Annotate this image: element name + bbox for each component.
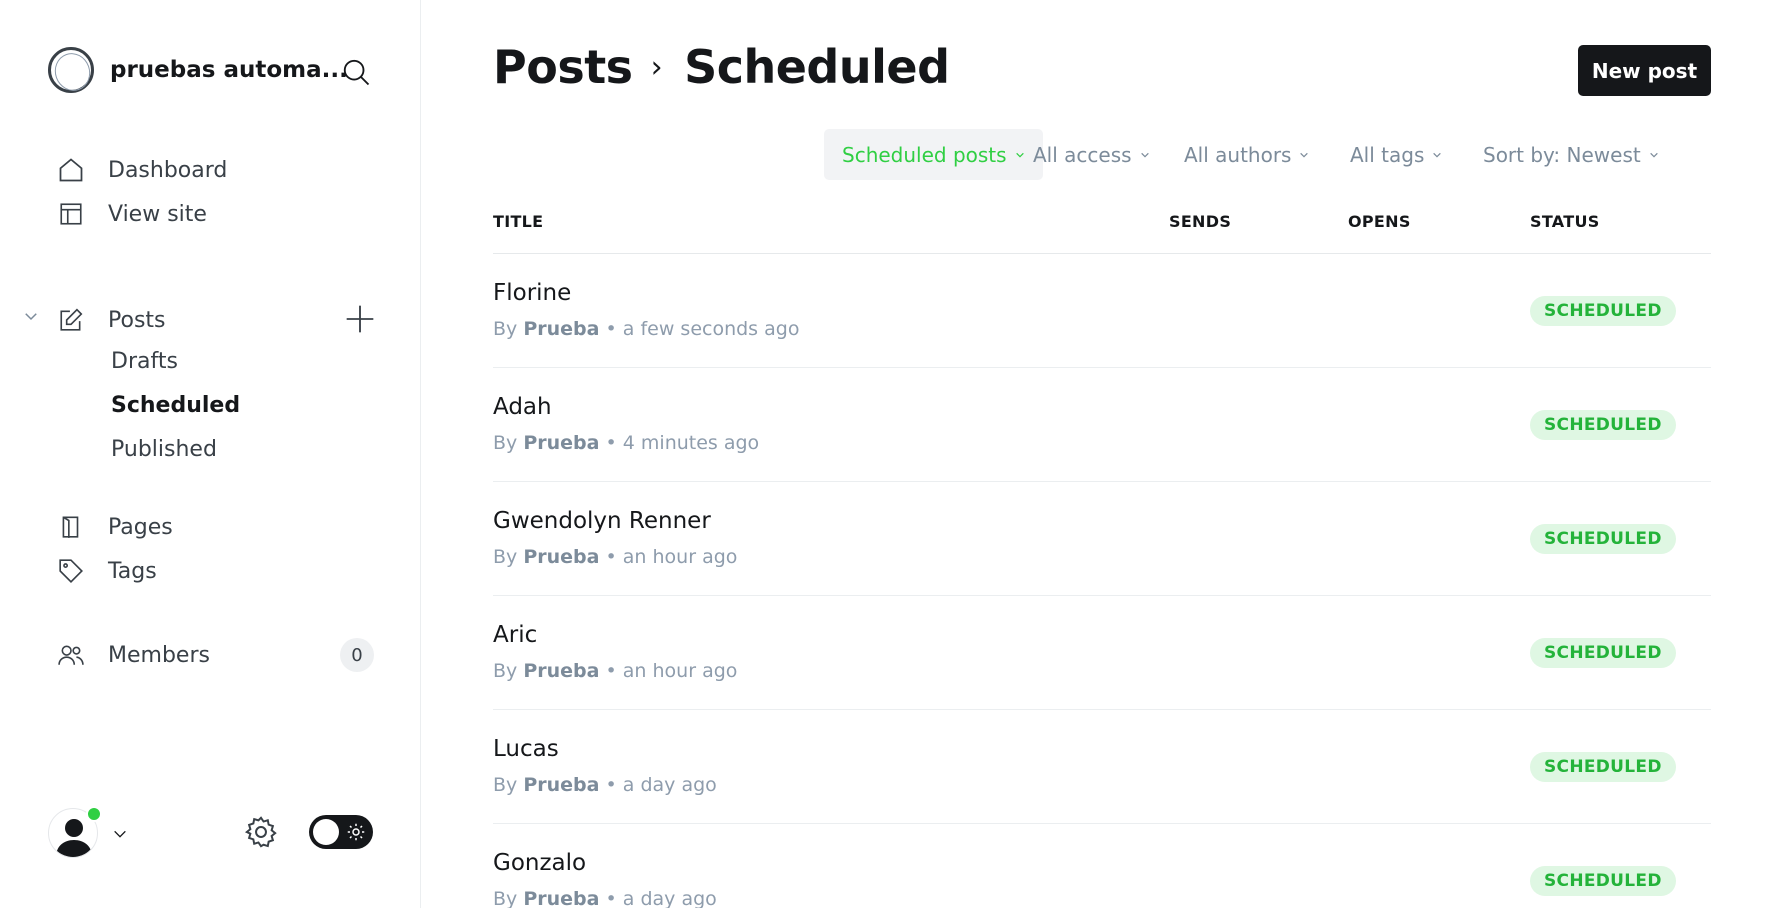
status-badge: SCHEDULED (1530, 410, 1676, 440)
column-header-status: STATUS (1530, 212, 1600, 231)
post-meta: By Prueba • an hour ago (493, 660, 738, 682)
sidebar-item-tags[interactable]: Tags (56, 553, 157, 589)
sidebar-item-members[interactable]: Members (56, 637, 210, 673)
chevron-down-icon (1140, 152, 1149, 158)
edit-icon (56, 305, 86, 335)
chevron-down-icon (1300, 152, 1309, 158)
sidebar-item-dashboard[interactable]: Dashboard (56, 152, 227, 188)
sidebar-item-published[interactable]: Published (111, 434, 217, 466)
post-title: Florine (493, 280, 572, 306)
column-header-title: TITLE (493, 212, 544, 231)
post-meta: By Prueba • a day ago (493, 888, 717, 908)
filter-label: All authors (1184, 142, 1292, 167)
chevron-down-icon (1433, 152, 1442, 158)
site-name: pruebas automa... (110, 57, 348, 83)
breadcrumb-root[interactable]: Posts (493, 40, 633, 94)
theme-toggle[interactable] (309, 815, 373, 849)
members-icon (56, 640, 86, 670)
post-meta: By Prueba • 4 minutes ago (493, 432, 760, 454)
members-count-badge: 0 (340, 638, 374, 672)
post-title: Aric (493, 622, 538, 648)
search-button[interactable] (340, 56, 372, 88)
sun-icon (347, 823, 365, 841)
status-badge: SCHEDULED (1530, 638, 1676, 668)
filter-access[interactable]: All access (1015, 129, 1168, 180)
chevron-down-icon (1649, 152, 1658, 158)
table-header: TITLE SENDS OPENS STATUS (493, 212, 1711, 254)
filter-post-type[interactable]: Scheduled posts (824, 129, 1043, 180)
column-header-sends: SENDS (1169, 212, 1232, 231)
sidebar-item-label: Dashboard (108, 157, 228, 183)
sidebar: pruebas automa... Dashboard View site Po… (0, 0, 421, 908)
tag-icon (56, 556, 86, 586)
filter-tags[interactable]: All tags (1332, 129, 1460, 180)
filter-label: Sort by: Newest (1483, 142, 1641, 167)
filter-label: All tags (1350, 142, 1425, 167)
post-title: Gwendolyn Renner (493, 508, 711, 534)
table-row[interactable]: Lucas By Prueba • a day ago SCHEDULED (493, 710, 1711, 824)
table-row[interactable]: Aric By Prueba • an hour ago SCHEDULED (493, 596, 1711, 710)
status-badge: SCHEDULED (1530, 866, 1676, 896)
site-logo-icon (48, 47, 94, 93)
filter-authors[interactable]: All authors (1166, 129, 1327, 180)
sidebar-item-posts[interactable]: Posts (56, 302, 166, 338)
sidebar-item-scheduled[interactable]: Scheduled (111, 390, 240, 422)
table-row[interactable]: Gwendolyn Renner By Prueba • an hour ago… (493, 482, 1711, 596)
filter-label: All access (1033, 142, 1132, 167)
page-icon (56, 512, 86, 542)
site-brand[interactable]: pruebas automa... (48, 47, 348, 93)
main-content: Posts › Scheduled New post Scheduled pos… (421, 0, 1779, 908)
new-post-button[interactable]: New post (1578, 45, 1711, 96)
sidebar-item-label: Pages (108, 514, 173, 540)
table-row[interactable]: Adah By Prueba • 4 minutes ago SCHEDULED (493, 368, 1711, 482)
post-title: Lucas (493, 736, 559, 762)
sidebar-item-view-site[interactable]: View site (56, 196, 207, 232)
chevron-down-icon[interactable] (110, 826, 130, 842)
filter-label: Scheduled posts (842, 142, 1007, 167)
gear-icon[interactable] (244, 815, 278, 849)
table-row[interactable]: Gonzalo By Prueba • a day ago SCHEDULED (493, 824, 1711, 908)
post-meta: By Prueba • a few seconds ago (493, 318, 800, 340)
sidebar-item-pages[interactable]: Pages (56, 509, 173, 545)
sidebar-item-drafts[interactable]: Drafts (111, 346, 178, 378)
sort-order[interactable]: Sort by: Newest (1465, 129, 1677, 180)
page-title: Posts › Scheduled (493, 40, 950, 94)
sidebar-item-label: Members (108, 642, 210, 668)
sidebar-item-label: View site (108, 201, 207, 227)
sidebar-item-label: Tags (108, 558, 157, 584)
chevron-down-icon[interactable] (22, 307, 40, 325)
toggle-knob (313, 819, 339, 845)
status-badge: SCHEDULED (1530, 752, 1676, 782)
search-icon (343, 59, 370, 86)
post-title: Adah (493, 394, 552, 420)
home-icon (56, 155, 86, 185)
sidebar-item-label: Posts (108, 307, 166, 333)
breadcrumb-separator: › (650, 49, 663, 85)
online-status-dot (86, 806, 102, 822)
post-meta: By Prueba • a day ago (493, 774, 717, 796)
breadcrumb-current: Scheduled (684, 40, 950, 94)
new-post-plus-icon[interactable] (344, 303, 376, 335)
status-badge: SCHEDULED (1530, 296, 1676, 326)
post-meta: By Prueba • an hour ago (493, 546, 738, 568)
column-header-opens: OPENS (1348, 212, 1411, 231)
status-badge: SCHEDULED (1530, 524, 1676, 554)
layout-icon (56, 199, 86, 229)
table-row[interactable]: Florine By Prueba • a few seconds ago SC… (493, 254, 1711, 368)
post-title: Gonzalo (493, 850, 587, 876)
